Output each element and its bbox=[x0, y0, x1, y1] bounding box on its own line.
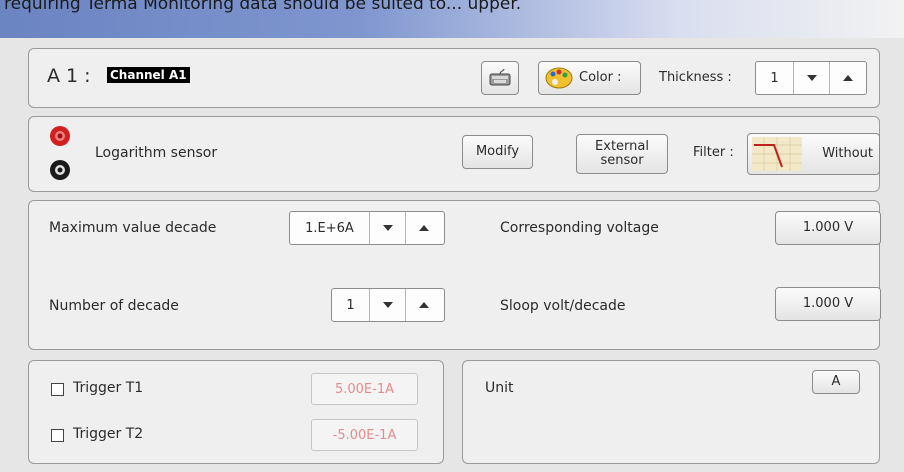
trigger-t1-value: 5.00E-1A bbox=[311, 373, 418, 405]
arrow-down-icon bbox=[806, 75, 817, 81]
arrow-up-icon bbox=[419, 302, 429, 308]
low-pass-filter-icon bbox=[752, 137, 802, 171]
filter-value: Without bbox=[822, 146, 873, 161]
channel-name[interactable]: Channel A1 bbox=[107, 67, 190, 83]
sloop-value: 1.000 V bbox=[802, 296, 854, 311]
sensor-type: Logarithm sensor bbox=[95, 145, 218, 161]
config-panel: Maximum value decade 1.E+6A Correspondin… bbox=[28, 200, 881, 350]
sensor-panel: Logarithm sensor Modify External sensor … bbox=[28, 116, 880, 192]
channel-id: A 1 : bbox=[47, 65, 91, 87]
arrow-up-icon bbox=[843, 75, 853, 81]
external-label-line2: sensor bbox=[600, 153, 644, 168]
unit-value: A bbox=[831, 374, 841, 389]
trigger-t2-value: -5.00E-1A bbox=[311, 419, 418, 451]
trigger-t2-label: Trigger T2 bbox=[73, 426, 144, 442]
window-title: requiring Terma Monitoring data should b… bbox=[4, 0, 522, 14]
unit-button[interactable]: A bbox=[812, 370, 860, 394]
max-decade-label: Maximum value decade bbox=[49, 220, 217, 236]
color-label: Color : bbox=[579, 70, 622, 85]
unit-panel: Unit A bbox=[462, 360, 880, 464]
arrow-down-icon bbox=[382, 225, 393, 231]
num-decade-label: Number of decade bbox=[49, 298, 179, 314]
title-bar: requiring Terma Monitoring data should b… bbox=[0, 0, 904, 38]
external-label-line1: External bbox=[595, 139, 649, 154]
red-terminal-icon bbox=[50, 126, 70, 146]
thickness-label: Thickness : bbox=[659, 70, 732, 85]
palette-icon bbox=[545, 67, 573, 89]
thickness-increase-button[interactable] bbox=[830, 62, 866, 94]
max-decade-increase-button[interactable] bbox=[406, 212, 442, 244]
unit-label: Unit bbox=[485, 380, 514, 396]
modify-button[interactable]: Modify bbox=[462, 135, 533, 169]
corr-voltage-label: Corresponding voltage bbox=[500, 220, 659, 236]
channel-panel: A 1 : Channel A1 Color : Thickness : 1 bbox=[28, 48, 880, 108]
num-decade-value: 1 bbox=[332, 289, 370, 321]
keyboard-icon bbox=[489, 69, 511, 86]
external-sensor-button[interactable]: External sensor bbox=[576, 134, 668, 174]
trigger-t1-label: Trigger T1 bbox=[73, 380, 144, 396]
corr-voltage-field[interactable]: 1.000 V bbox=[775, 211, 881, 245]
trigger-t1-checkbox[interactable] bbox=[51, 383, 64, 396]
corr-voltage-value: 1.000 V bbox=[802, 220, 854, 235]
thickness-decrease-button[interactable] bbox=[794, 62, 830, 94]
color-button[interactable]: Color : bbox=[538, 61, 641, 95]
trigger-panel: Trigger T1 5.00E-1A Trigger T2 -5.00E-1A bbox=[28, 360, 444, 464]
num-decade-increase-button[interactable] bbox=[406, 289, 442, 321]
max-decade-decrease-button[interactable] bbox=[370, 212, 406, 244]
num-decade-spinner[interactable]: 1 bbox=[331, 288, 445, 322]
filter-label: Filter : bbox=[693, 145, 734, 160]
keyboard-button[interactable] bbox=[481, 61, 519, 95]
max-decade-value: 1.E+6A bbox=[290, 212, 370, 244]
black-terminal-icon bbox=[50, 160, 70, 180]
modify-label: Modify bbox=[475, 144, 520, 159]
thickness-spinner[interactable]: 1 bbox=[755, 61, 867, 95]
trigger-t2-value-text: -5.00E-1A bbox=[332, 427, 397, 443]
sloop-label: Sloop volt/decade bbox=[500, 298, 626, 314]
arrow-up-icon bbox=[419, 225, 429, 231]
arrow-down-icon bbox=[382, 302, 393, 308]
trigger-t2-checkbox[interactable] bbox=[51, 429, 64, 442]
max-decade-spinner[interactable]: 1.E+6A bbox=[289, 211, 445, 245]
sloop-field[interactable]: 1.000 V bbox=[775, 287, 881, 321]
num-decade-decrease-button[interactable] bbox=[370, 289, 406, 321]
thickness-value: 1 bbox=[756, 62, 794, 94]
trigger-t1-value-text: 5.00E-1A bbox=[334, 381, 394, 397]
filter-button[interactable]: Without bbox=[747, 133, 880, 175]
